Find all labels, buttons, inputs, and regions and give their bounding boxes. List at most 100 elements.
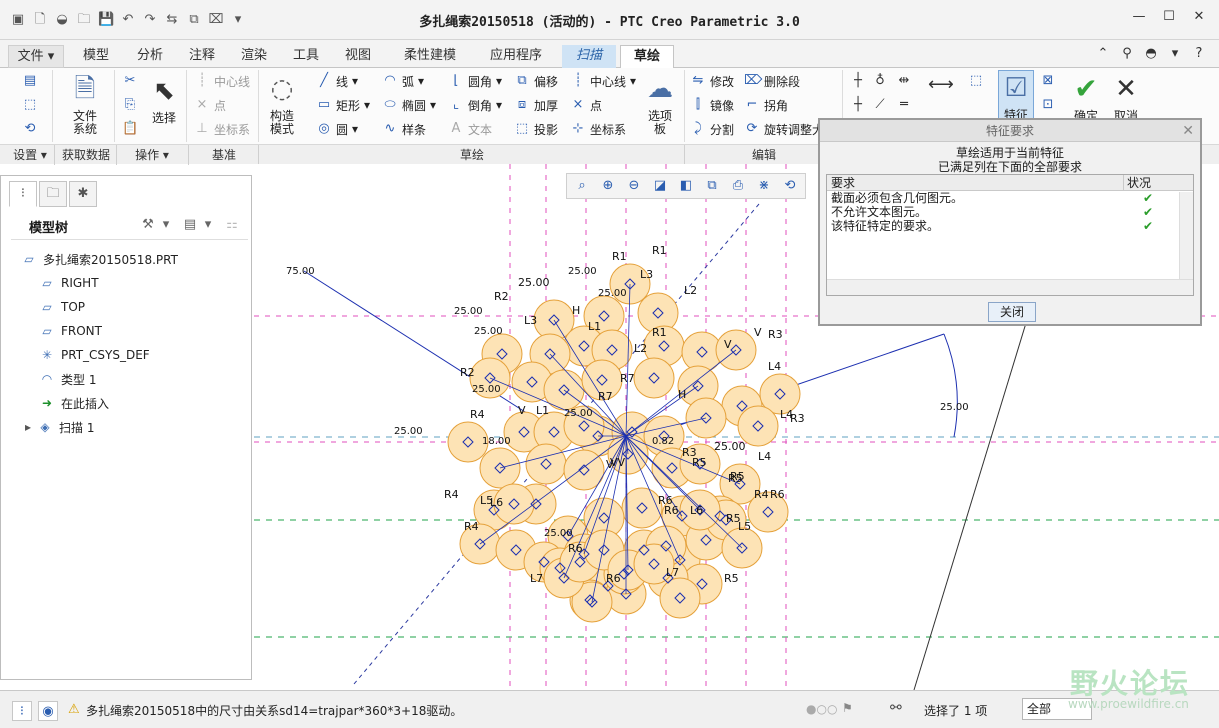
spline-button[interactable]: ∿ 样条	[382, 120, 426, 138]
offset-button[interactable]: ⧉ 偏移	[514, 72, 558, 90]
view-manager-icon[interactable]: ⎙	[727, 176, 749, 196]
chamfer-button[interactable]: ⌞ 倒角 ▾	[448, 96, 502, 114]
flag-icon[interactable]: ⚑	[842, 701, 853, 715]
minimize-icon[interactable]: —	[1131, 9, 1147, 25]
dialog-close-button[interactable]: 关闭	[988, 302, 1036, 322]
construction-mode-button[interactable]: ◌ 构造 模式	[262, 72, 302, 136]
file-system-button[interactable]: 🗎 文件 系统	[62, 72, 108, 136]
normal-dim-button[interactable]: ⬚	[968, 72, 984, 90]
zoom-in-icon[interactable]: ⊕	[597, 176, 619, 196]
group-settings[interactable]: 设置 ▾	[6, 147, 54, 163]
horizontal-constraint-button[interactable]: ┼	[850, 96, 866, 114]
horizontal-scrollbar[interactable]	[827, 279, 1193, 295]
folder-browser-tab[interactable]: 🗀	[39, 181, 67, 207]
tree-item[interactable]: ▸ ◈ 扫描 1	[25, 417, 94, 437]
find-icon[interactable]: ⚯	[890, 700, 902, 716]
sketch-point-button[interactable]: × 点	[570, 96, 602, 114]
highlight-open-ends-button[interactable]: ⊠	[1040, 72, 1056, 90]
reference-button[interactable]: ⬚	[22, 96, 38, 114]
modify-button[interactable]: ⇋ 修改	[690, 72, 734, 90]
midpoint-constraint-button[interactable]: ⟋	[872, 96, 888, 114]
rectangle-button[interactable]: ▭ 矩形 ▾	[316, 96, 370, 114]
vertical-constraint-button[interactable]: ┼	[850, 72, 866, 90]
divide-button[interactable]: ⤸ 分割	[690, 120, 734, 138]
tab-view[interactable]: 视图	[334, 45, 382, 68]
zoom-out-icon[interactable]: ⊖	[623, 176, 645, 196]
delete-segment-button[interactable]: ⌦ 删除段	[744, 72, 800, 90]
line-button[interactable]: ╱ 线 ▾	[316, 72, 358, 90]
tree-item[interactable]: ▱ TOP	[39, 297, 85, 317]
toggle-navigator-icon[interactable]: ⁝	[12, 701, 32, 721]
copy-button[interactable]: ⎘	[122, 96, 138, 114]
tree-item[interactable]: ▱ FRONT	[39, 321, 102, 341]
tree-settings-icon[interactable]: ⚒	[139, 216, 157, 234]
tab-sketch[interactable]: 草绘	[620, 45, 674, 68]
model-tree-tab[interactable]: ⁝	[9, 181, 37, 207]
tree-settings-dropdown-icon[interactable]: ▾	[157, 216, 175, 234]
refit-icon[interactable]: ⌕	[571, 176, 593, 196]
sketch-setup-button[interactable]: ▤	[22, 72, 38, 90]
fillet-button[interactable]: ⌊ 圆角 ▾	[448, 72, 502, 90]
tab-annotate[interactable]: 注释	[178, 45, 226, 68]
paste-button[interactable]: 📋	[122, 120, 138, 138]
close-icon[interactable]: ✕	[1191, 9, 1207, 25]
dropdown-icon[interactable]: ▾	[1167, 46, 1183, 62]
project-button[interactable]: ⬚ 投影	[514, 120, 558, 138]
cut-button[interactable]: ✂	[122, 72, 138, 90]
equal-constraint-button[interactable]: ═	[896, 96, 912, 114]
palette-button[interactable]: ☁ 选项 板	[640, 72, 680, 136]
sketch-view-button[interactable]: ⟲	[22, 120, 38, 138]
datum-centerline-button[interactable]: ┊ 中心线	[194, 72, 250, 90]
tab-flexible-modeling[interactable]: 柔性建模	[388, 45, 472, 68]
overlapping-geometry-button[interactable]: ⊡	[1040, 96, 1056, 114]
arc-button[interactable]: ◠ 弧 ▾	[382, 72, 424, 90]
tab-model[interactable]: 模型	[70, 45, 122, 68]
thicken-button[interactable]: ⧈ 加厚	[514, 96, 558, 114]
maximize-icon[interactable]: ☐	[1161, 9, 1177, 25]
help-icon[interactable]: ?	[1191, 46, 1207, 62]
dimension-button[interactable]: ⟷	[928, 76, 954, 94]
select-button[interactable]: ⬉ 选择	[146, 74, 182, 125]
tree-item[interactable]: ➜ 在此插入	[39, 393, 109, 413]
tab-file[interactable]: 文件 ▾	[8, 45, 64, 68]
sketcher-display-icon[interactable]: ⟲	[779, 176, 801, 196]
ellipse-button[interactable]: ⬭ 椭圆 ▾	[382, 96, 436, 114]
corner-button[interactable]: ⌐ 拐角	[744, 96, 788, 114]
show-icon[interactable]: ▤	[181, 216, 199, 234]
tangent-constraint-button[interactable]: ♁	[872, 72, 888, 90]
tree-item[interactable]: ✳ PRT_CSYS_DEF	[39, 345, 150, 365]
expand-icon[interactable]: ▸	[25, 420, 31, 434]
tree-item[interactable]: ▱ 多扎绳索20150518.PRT	[21, 249, 178, 269]
tree-item[interactable]: ▱ RIGHT	[39, 273, 98, 293]
cancel-button[interactable]: ✕ 取消	[1108, 72, 1144, 123]
mirror-button[interactable]: ⫿ 镜像	[690, 96, 734, 114]
tab-tools[interactable]: 工具	[282, 45, 330, 68]
tab-applications[interactable]: 应用程序	[476, 45, 556, 68]
browser-icon[interactable]: ◉	[38, 701, 58, 721]
tab-sweep[interactable]: 扫描	[562, 45, 616, 68]
ok-button[interactable]: ✔ 确定	[1068, 72, 1104, 123]
close-icon[interactable]: ✕	[1182, 120, 1194, 142]
group-operations[interactable]: 操作 ▾	[118, 147, 186, 163]
vertical-scrollbar[interactable]	[1179, 192, 1193, 280]
tree-item[interactable]: ◠ 类型 1	[39, 369, 97, 389]
datum-csys-button[interactable]: ⊥ 坐标系	[194, 120, 250, 138]
tab-render[interactable]: 渲染	[230, 45, 278, 68]
datum-point-button[interactable]: × 点	[194, 96, 226, 114]
saved-orientations-icon[interactable]: ⧉	[701, 176, 723, 196]
symmetric-constraint-button[interactable]: ⇹	[896, 72, 912, 90]
text-button[interactable]: A 文本	[448, 120, 492, 138]
sketch-csys-button[interactable]: ⊹ 坐标系	[570, 120, 626, 138]
minimize-ribbon-icon[interactable]: ⌃	[1095, 46, 1111, 62]
sketch-centerline-button[interactable]: ┊ 中心线 ▾	[570, 72, 636, 90]
show-dropdown-icon[interactable]: ▾	[199, 216, 217, 234]
circle-button[interactable]: ◎ 圆 ▾	[316, 120, 358, 138]
display-style-icon[interactable]: ◧	[675, 176, 697, 196]
tree-filter-icon[interactable]: ⚏	[223, 216, 241, 234]
favorites-tab[interactable]: ✱	[69, 181, 97, 207]
datum-display-icon[interactable]: ⋇	[753, 176, 775, 196]
community-icon[interactable]: ◓	[1143, 46, 1159, 62]
search-icon[interactable]: ⚲	[1119, 46, 1135, 62]
tab-analysis[interactable]: 分析	[126, 45, 174, 68]
repaint-icon[interactable]: ◪	[649, 176, 671, 196]
